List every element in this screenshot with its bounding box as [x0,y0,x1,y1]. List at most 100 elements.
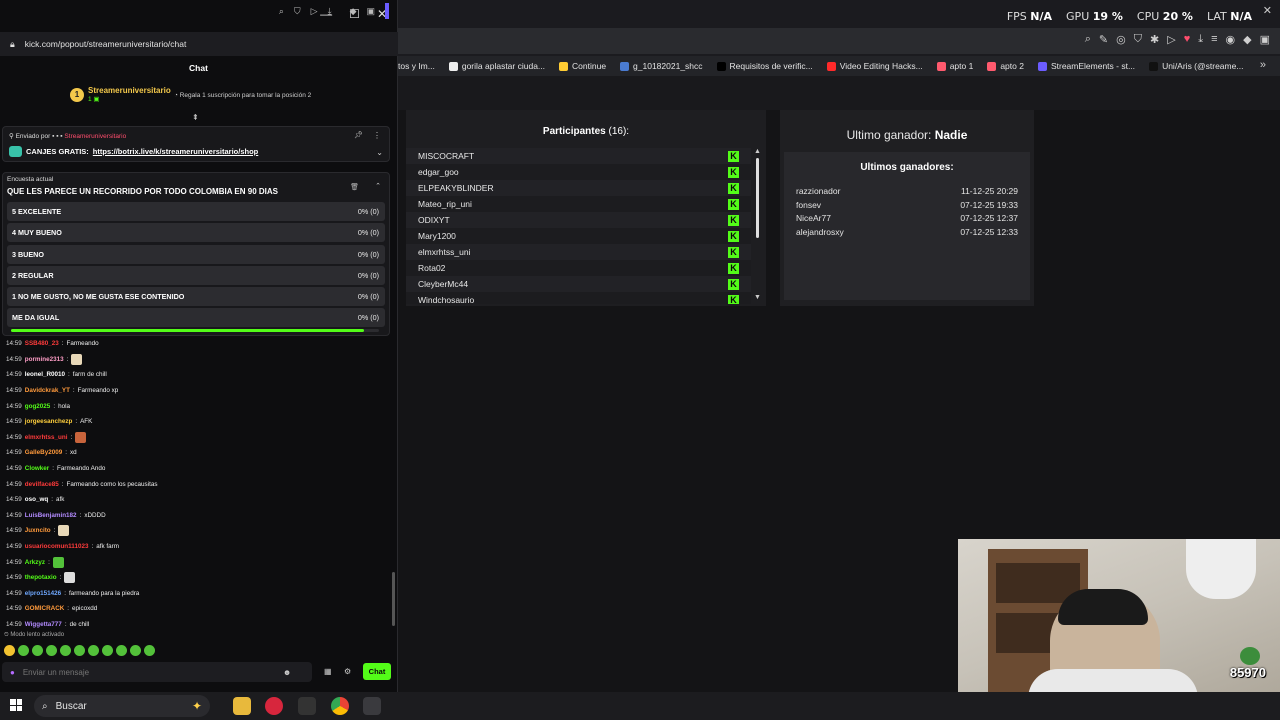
extensions-icon[interactable]: ✱ [1150,33,1159,46]
bookmark-item[interactable]: Uni/Aris (@streame... [1149,61,1243,71]
chat-scrollbar[interactable] [392,572,395,626]
emote-icon[interactable] [102,645,113,656]
chrome-icon[interactable] [331,697,349,715]
message-username[interactable]: SSB480_23 [25,340,59,347]
mic-icon[interactable]: ● [10,668,15,677]
poll-option[interactable]: 2 REGULAR 0% (0) [7,265,385,285]
opera-gx-icon[interactable] [265,697,283,715]
participant-row[interactable]: Windchosaurio K [406,292,751,304]
chevron-down-icon[interactable]: ⌄ [376,148,383,157]
participants-list[interactable]: MISCOCRAFT Kedgar_goo K ELPEAKYBLINDER K Mate… [406,148,751,304]
taskbar-search[interactable]: ⌕ Buscar ✦ [34,695,210,717]
message-username[interactable]: elmxrhtss_uni [25,434,68,441]
participant-row[interactable]: ODIXYT K [406,212,751,228]
edit-icon[interactable]: ✎ [1099,33,1108,46]
message-username[interactable]: elpro151426 [25,590,61,597]
box-icon[interactable]: ▣ [366,6,375,19]
message-username[interactable]: pormine2313 [25,356,64,363]
play-icon[interactable]: ▷ [1167,33,1175,46]
top-gifter[interactable]: 1 Streameruniversitario 1 ▣ [70,86,171,103]
windows-start-icon[interactable] [10,699,22,711]
message-username[interactable]: GOMICRACK [25,605,65,612]
bookmark-item[interactable]: gorila aplastar ciuda... [448,61,545,71]
bookmark-item[interactable]: apto 2 [987,61,1024,71]
file-explorer-icon[interactable] [233,697,251,715]
download-icon[interactable]: ⤓ [1198,33,1203,46]
participant-row[interactable]: CleyberMc44 K [406,276,751,292]
app-icon[interactable] [363,697,381,715]
message-username[interactable]: devilface85 [25,481,59,488]
message-username[interactable]: leonel_R0010 [25,371,65,378]
send-chat-button[interactable]: Chat [363,663,391,680]
bookmark-item[interactable]: apto 1 [936,61,973,71]
participant-row[interactable]: Mateo_rip_uni K [406,196,751,212]
shield-icon[interactable]: ⛉ [1134,33,1142,46]
message-username[interactable]: gog2025 [25,403,51,410]
search-icon[interactable]: ⌕ [279,6,284,19]
emoji-icon[interactable]: ☻ [283,668,291,677]
participant-row[interactable]: edgar_goo K [406,164,751,180]
pin-icon[interactable]: 📌︎ [354,131,363,139]
bookmark-item[interactable]: g_10182021_shcc [620,61,703,71]
emote-icon[interactable] [46,645,57,656]
emote-icon[interactable] [116,645,127,656]
participant-row[interactable]: Mary1200 K [406,228,751,244]
message-username[interactable]: oso_wq [25,496,48,503]
wallet-icon[interactable]: ◆ [350,6,357,19]
download-icon[interactable]: ⤓ [328,6,332,19]
bookmark-item[interactable]: Video Editing Hacks... [826,61,923,71]
chat-input-box[interactable]: ● ☻ [2,662,312,682]
message-username[interactable]: thepotaxio [25,574,57,581]
close-icon[interactable]: ✕ [1263,4,1272,17]
emote-icon[interactable] [74,645,85,656]
chevron-right-icon[interactable]: » [1260,59,1266,71]
address-text[interactable]: kick.com/popout/streameruniversitario/ch… [25,39,187,49]
emote-icon[interactable] [88,645,99,656]
scroll-thumb[interactable] [756,158,759,238]
search-icon[interactable]: ⌕ [1085,33,1091,46]
message-username[interactable]: GalleBy2009 [25,449,62,456]
play-icon[interactable]: ▷ [311,6,318,19]
participants-scrollbar[interactable]: ▲ ▼ [752,148,766,304]
message-username[interactable]: Wiggetta777 [25,621,62,628]
address-bar[interactable]: 🔒︎ kick.com/popout/streameruniversitario… [0,32,398,56]
collapse-icon[interactable]: ⇞ [192,113,199,122]
poll-option[interactable]: ME DA IGUAL 0% (0) [7,308,385,328]
message-username[interactable]: Juxncito [25,527,51,534]
participant-row[interactable]: elmxrhtss_uni K [406,244,751,260]
trash-icon[interactable]: 🗑︎ [350,183,359,191]
message-username[interactable]: LuisBenjamin182 [25,512,77,519]
bookmark-item[interactable]: tos y Im... [398,61,435,71]
bookmark-item[interactable]: Requisitos de verific... [716,61,813,71]
bookmark-item[interactable]: Continue [559,61,606,71]
poll-option[interactable]: 5 EXCELENTE 0% (0) [7,202,385,221]
participant-row[interactable]: Rota02 K [406,260,751,276]
participant-row[interactable]: ELPEAKYBLINDER K [406,180,751,196]
poll-option[interactable]: 3 BUENO 0% (0) [7,244,385,264]
emote-bar[interactable] [4,645,155,656]
wallet-icon[interactable]: ◆ [1243,33,1251,46]
shield-icon[interactable]: ⛉ [294,6,301,19]
emote-icon[interactable] [18,645,29,656]
pinned-by-name[interactable]: Streameruniversitario [64,133,126,140]
emote-icon[interactable] [144,645,155,656]
message-username[interactable]: Clowker [25,465,50,472]
emote-icon[interactable] [60,645,71,656]
heart-icon[interactable]: ♥ [1184,33,1191,46]
participant-row[interactable]: MISCOCRAFT K [406,148,751,164]
message-username[interactable]: Davidckrak_YT [25,387,70,394]
emote-icon[interactable] [4,645,15,656]
message-username[interactable]: jorgeesanchezp [25,418,73,425]
menu-icon[interactable]: ≡ [1211,33,1217,46]
pinned-link[interactable]: https://botrix.live/k/streameruniversita… [93,147,258,156]
profile-icon[interactable]: ◉ [1226,33,1236,46]
poll-option[interactable]: 1 NO ME GUSTO, NO ME GUSTA ESE CONTENIDO… [7,287,385,307]
gift-icon[interactable]: ▦ [324,667,332,676]
scroll-down-icon[interactable]: ▼ [754,294,761,301]
scroll-up-icon[interactable]: ▲ [754,148,761,155]
emote-icon[interactable] [130,645,141,656]
chevron-up-icon[interactable]: ⌃ [375,182,381,190]
emote-icon[interactable] [32,645,43,656]
message-username[interactable]: usuariocomun111023 [25,543,89,550]
app-icon[interactable] [298,697,316,715]
